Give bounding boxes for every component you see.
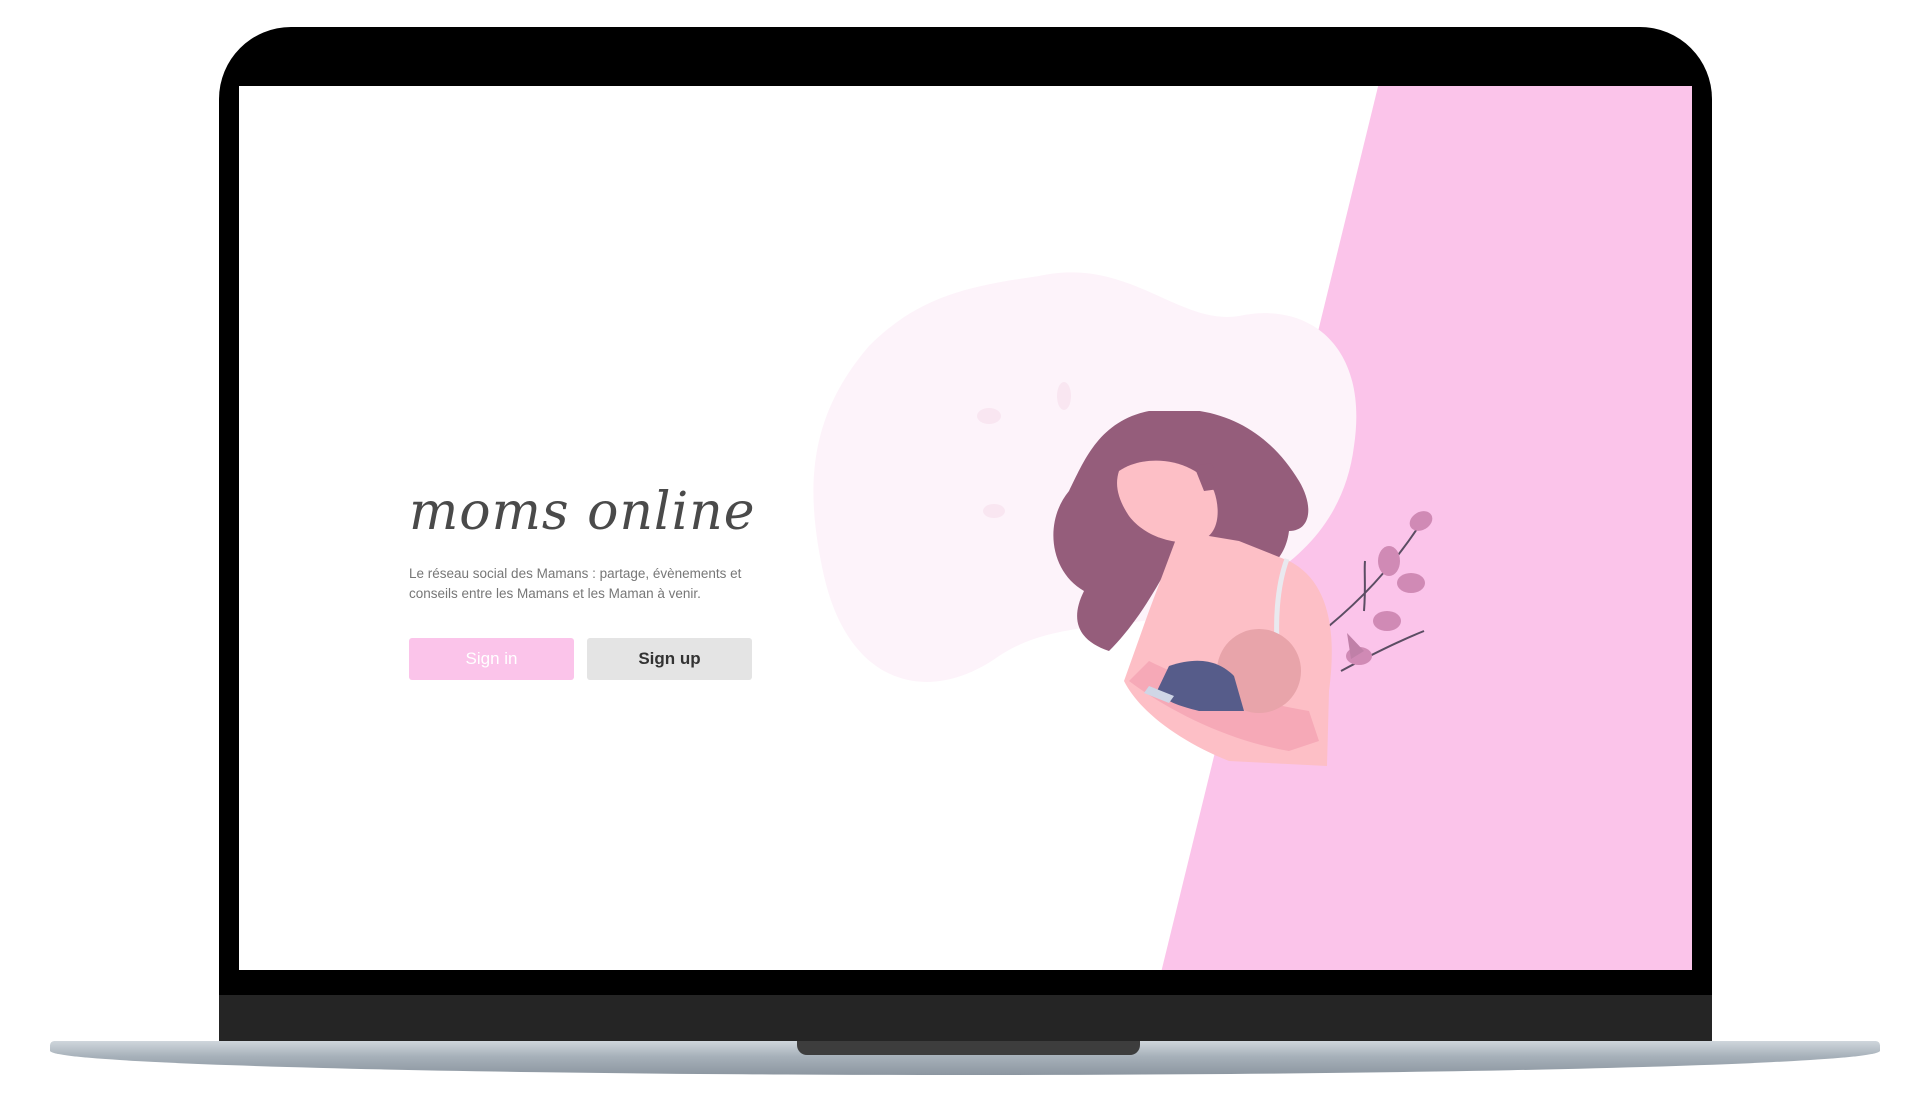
hero-section: moms online Le réseau social des Mamans … [409,486,769,680]
tagline-text: Le réseau social des Mamans : partage, é… [409,566,742,601]
laptop-notch [797,1041,1140,1055]
sign-up-button[interactable]: Sign up [587,638,752,680]
mother-baby-illustration [1053,411,1433,766]
laptop-chin [219,995,1712,1043]
sign-in-button[interactable]: Sign in [409,638,574,680]
laptop-screen: moms online Le réseau social des Mamans … [239,86,1692,970]
branch-illustration [1328,511,1433,672]
brand-logo-title: moms online [409,482,756,542]
auth-buttons: Sign in Sign up [409,638,769,680]
